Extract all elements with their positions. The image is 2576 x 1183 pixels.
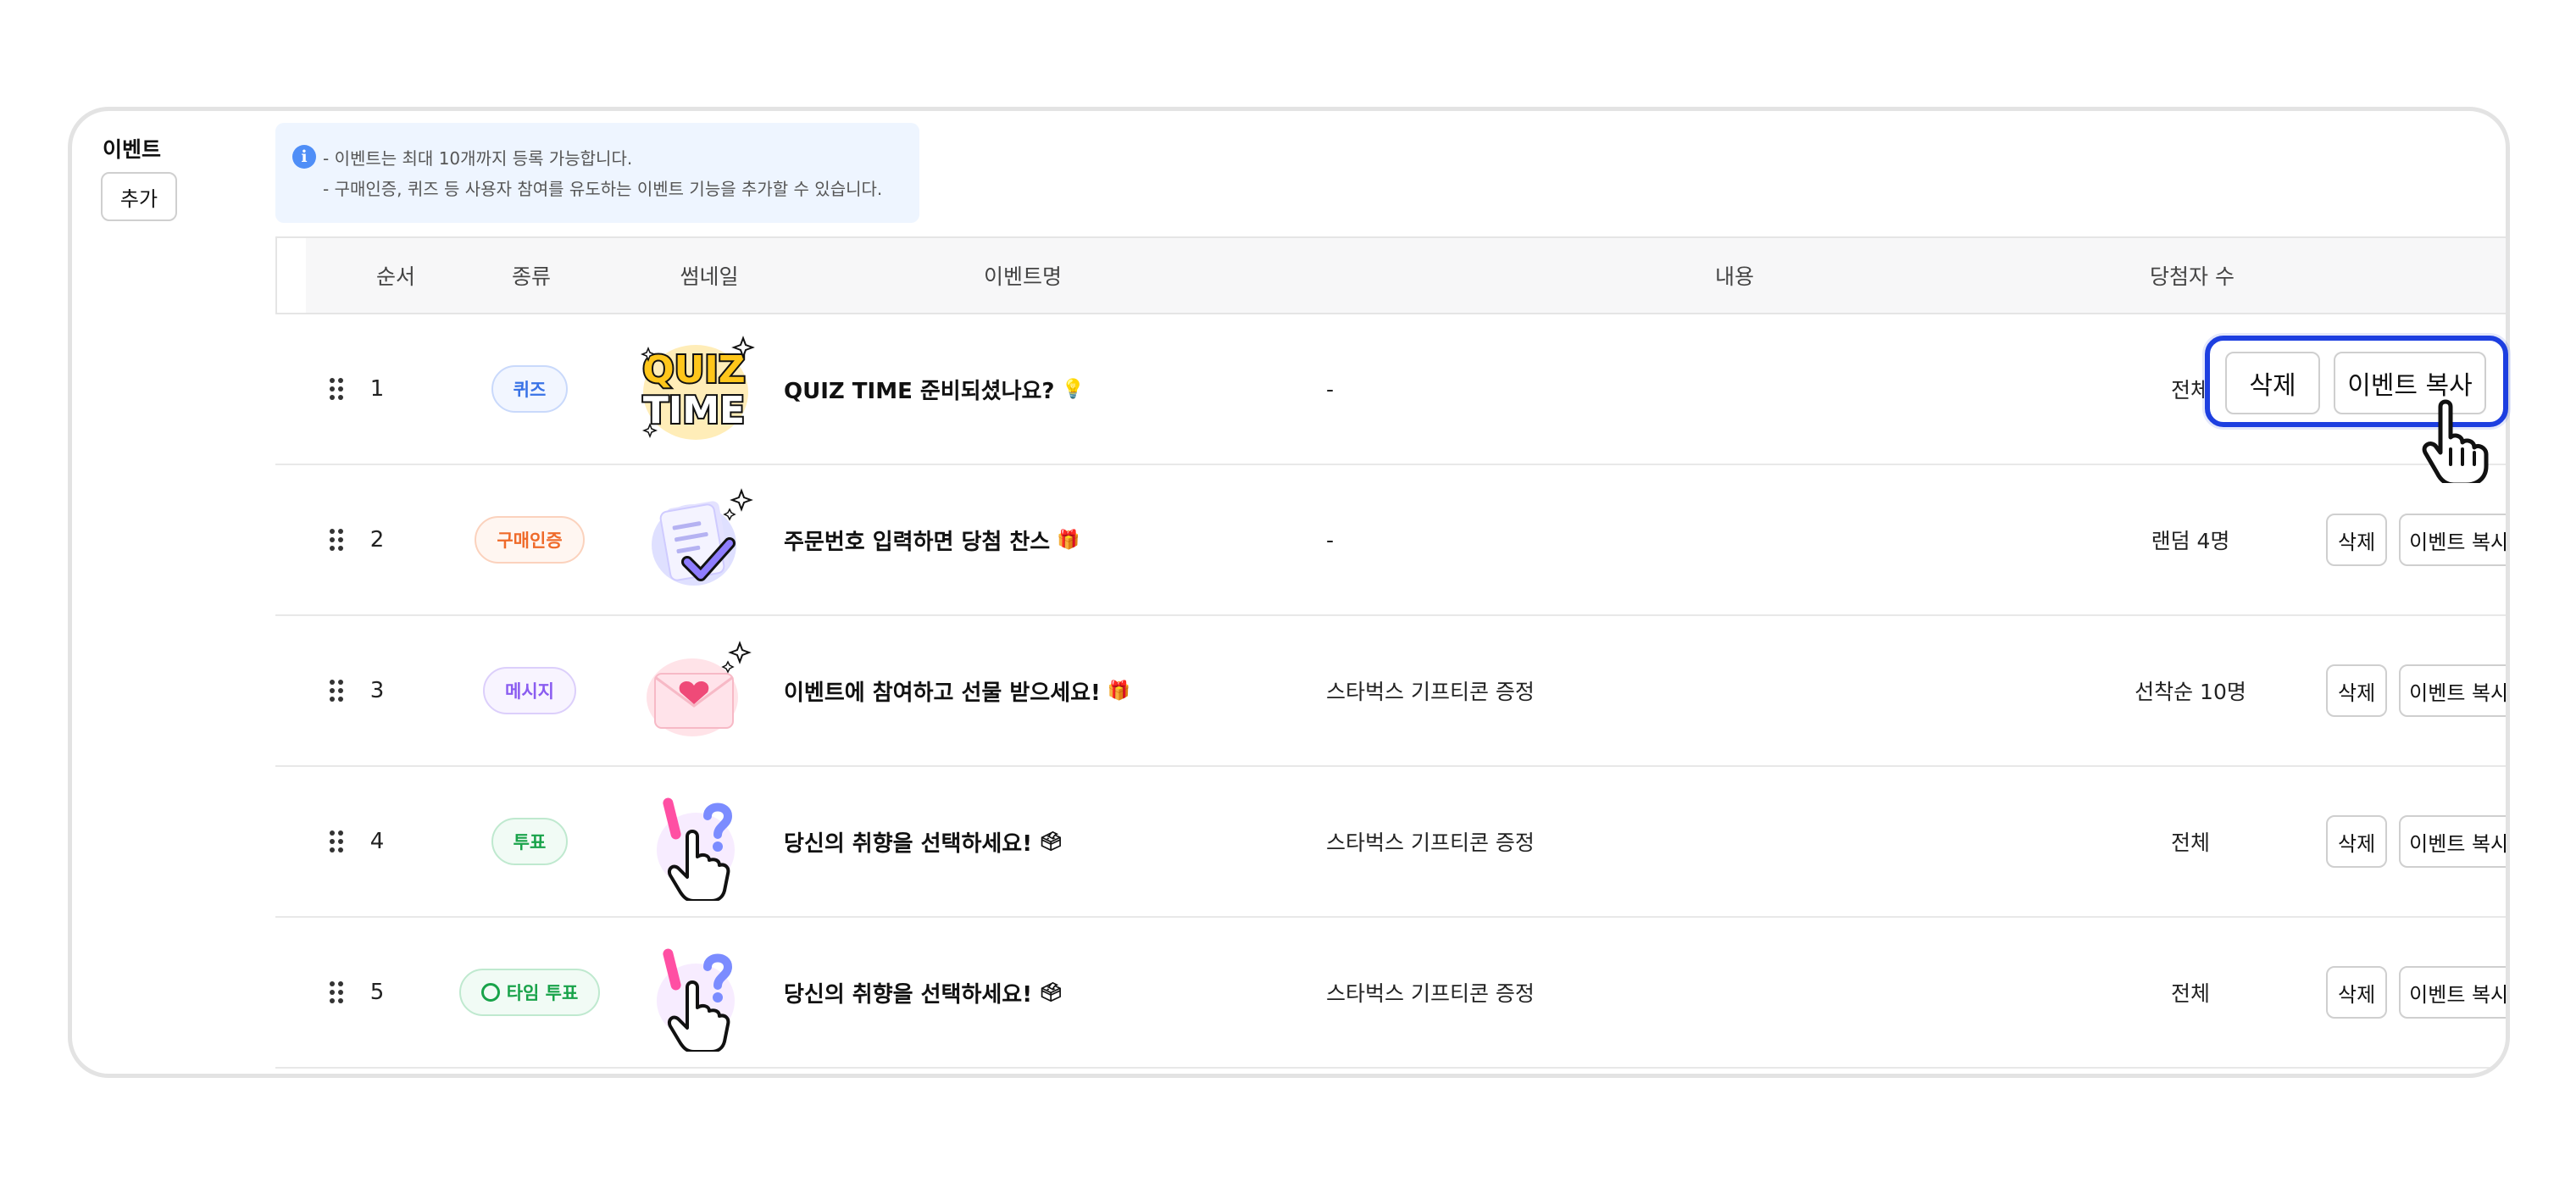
column-header-content: 내용 bbox=[1714, 264, 1754, 289]
copy-event-button[interactable]: 이벤트 복사 bbox=[2399, 815, 2506, 868]
column-header-winners: 당첨자 수 bbox=[2150, 264, 2235, 289]
delete-button[interactable]: 삭제 bbox=[2326, 815, 2388, 868]
hand-pointer-icon bbox=[2422, 399, 2489, 483]
kind-badge: 구매인증 bbox=[475, 516, 585, 564]
event-content: - bbox=[1326, 527, 1335, 553]
kind-badge: 메시지 bbox=[483, 667, 576, 714]
drag-handle-icon[interactable] bbox=[328, 314, 345, 464]
event-title: 당신의 취향을 선택하세요! bbox=[784, 830, 1033, 857]
drag-handle-icon[interactable] bbox=[328, 918, 345, 1067]
event-content: 스타벅스 기프티콘 증정 bbox=[1326, 981, 1535, 1006]
add-event-button[interactable]: 추가 bbox=[101, 172, 177, 221]
copy-event-button[interactable]: 이벤트 복사 bbox=[2399, 966, 2506, 1019]
table-row: 1 퀴즈 QUIZ TIME QUIZ TIME 준비되셨나요? 💡 - 전체 bbox=[275, 314, 2506, 465]
row-order: 4 bbox=[369, 829, 385, 854]
message-thumbnail bbox=[640, 616, 758, 765]
event-content: 스타벅스 기프티콘 증정 bbox=[1326, 680, 1535, 704]
row-order: 2 bbox=[369, 527, 385, 553]
drag-handle-icon[interactable] bbox=[328, 767, 345, 916]
section-title: 이벤트 bbox=[103, 137, 162, 162]
table-row: 5 타임 투표 당신의 취향을 선택하세요! 🗳 스타벅스 기프티콘 증정 전체 … bbox=[275, 918, 2506, 1069]
lightbulb-icon: 💡 bbox=[1061, 378, 1085, 400]
vote-thumbnail bbox=[640, 767, 758, 916]
table-row: 2 구매인증 주문번호 입력하면 당첨 찬스 🎁 - 랜덤 4명 삭제 이벤트 … bbox=[275, 465, 2506, 616]
time-vote-thumbnail bbox=[640, 918, 758, 1067]
table-header: 순서 종류 썸네일 이벤트명 내용 당첨자 수 bbox=[275, 236, 2506, 314]
column-header-order: 순서 bbox=[375, 264, 415, 289]
table-row: 3 메시지 이벤트에 참여하고 선물 받으세요! 🎁 스타벅스 기프티콘 증정 선… bbox=[275, 616, 2506, 767]
purchase-check-thumbnail bbox=[640, 465, 758, 614]
kind-badge-label: 타임 투표 bbox=[506, 983, 579, 1003]
delete-button[interactable]: 삭제 bbox=[2225, 352, 2320, 414]
event-settings-card: 이벤트 추가 i - 이벤트는 최대 10개까지 등록 가능합니다. - 구매인… bbox=[68, 107, 2510, 1078]
event-content: - bbox=[1326, 376, 1335, 402]
column-header-thumbnail: 썸네일 bbox=[680, 264, 739, 289]
winner-count: 랜덤 4명 bbox=[2151, 529, 2230, 553]
svg-text:TIME: TIME bbox=[643, 389, 745, 432]
kind-badge: 투표 bbox=[491, 818, 569, 865]
winner-count: 선착순 10명 bbox=[2135, 680, 2246, 704]
gift-icon: 🎁 bbox=[1107, 680, 1131, 702]
info-icon: i bbox=[292, 145, 316, 169]
delete-button[interactable]: 삭제 bbox=[2326, 514, 2388, 566]
row-order: 3 bbox=[369, 678, 385, 703]
table-row: 4 투표 당신의 취향을 선택하세요! 🗳 스타벅스 기프티콘 증정 전체 삭제 … bbox=[275, 767, 2506, 918]
delete-button[interactable]: 삭제 bbox=[2326, 966, 2388, 1019]
column-header-kind: 종류 bbox=[511, 264, 551, 289]
svg-text:QUIZ: QUIZ bbox=[642, 348, 745, 392]
delete-button[interactable]: 삭제 bbox=[2326, 664, 2388, 717]
copy-event-button[interactable]: 이벤트 복사 bbox=[2399, 514, 2506, 566]
winner-count: 전체 bbox=[2170, 830, 2210, 855]
event-title: QUIZ TIME 준비되셨나요? bbox=[784, 378, 1055, 404]
event-title: 이벤트에 참여하고 선물 받으세요! bbox=[784, 680, 1101, 706]
event-title: 당신의 취향을 선택하세요! bbox=[784, 981, 1033, 1008]
drag-handle-icon[interactable] bbox=[328, 465, 345, 614]
info-notice: i - 이벤트는 최대 10개까지 등록 가능합니다. - 구매인증, 퀴즈 등… bbox=[275, 123, 919, 223]
event-content: 스타벅스 기프티콘 증정 bbox=[1326, 830, 1535, 855]
notice-line-1: - 이벤트는 최대 10개까지 등록 가능합니다. bbox=[323, 148, 633, 169]
ballot-box-icon: 🗳 bbox=[1039, 981, 1063, 1003]
drag-handle-icon[interactable] bbox=[328, 616, 345, 765]
timer-icon bbox=[480, 983, 500, 1002]
notice-line-2: - 구매인증, 퀴즈 등 사용자 참여를 유도하는 이벤트 기능을 추가할 수 … bbox=[323, 179, 883, 199]
kind-badge: 퀴즈 bbox=[491, 365, 569, 413]
gift-icon: 🎁 bbox=[1057, 529, 1080, 551]
quiz-thumbnail: QUIZ TIME bbox=[640, 314, 758, 464]
column-header-title: 이벤트명 bbox=[983, 264, 1062, 289]
event-title: 주문번호 입력하면 당첨 찬스 bbox=[784, 529, 1051, 555]
row-order: 5 bbox=[369, 980, 385, 1005]
kind-badge: 타임 투표 bbox=[458, 969, 601, 1016]
copy-event-button[interactable]: 이벤트 복사 bbox=[2399, 664, 2506, 717]
row-order: 1 bbox=[369, 376, 385, 402]
ballot-box-icon: 🗳 bbox=[1039, 830, 1063, 853]
winner-count: 전체 bbox=[2170, 981, 2210, 1006]
event-table: 순서 종류 썸네일 이벤트명 내용 당첨자 수 1 퀴즈 QUIZ TIME Q… bbox=[275, 236, 2506, 1069]
